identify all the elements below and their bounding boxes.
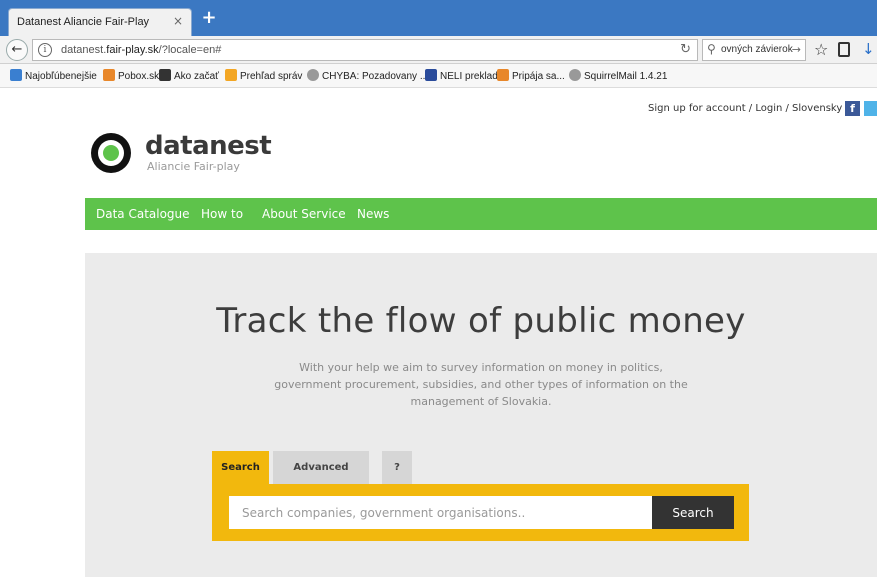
bookmark-label: NELI preklad (440, 71, 498, 82)
address-bar[interactable]: i datanest.fair-play.sk/?locale=en# ↻ (32, 39, 698, 61)
account-links[interactable]: Sign up for account / Login / Slovensky … (648, 103, 849, 114)
bookmarks-folder-icon (10, 69, 22, 81)
search-panel: Search (212, 484, 749, 541)
bookmark-item[interactable]: Pripája sa... (497, 69, 565, 82)
url-suffix: /?locale=en# (158, 44, 222, 56)
logo-subtitle: Aliancie Fair-play (147, 160, 240, 173)
hero-description: With your help we aim to survey informat… (274, 361, 688, 408)
bookmark-item[interactable]: Najobľúbenejšie (10, 69, 97, 82)
bookmarks-toolbar: Najobľúbenejšie Pobox.sk Ako začať Prehľ… (0, 64, 877, 88)
tab-help[interactable]: ? (382, 451, 412, 484)
clipboard-icon[interactable] (838, 42, 850, 57)
twitter-icon[interactable] (864, 101, 877, 116)
tab-search[interactable]: Search (212, 451, 269, 484)
datanest-logo-icon[interactable] (91, 133, 131, 173)
search-button[interactable]: Search (652, 496, 734, 529)
bookmark-item[interactable]: Pobox.sk (103, 69, 159, 82)
bookmark-label: Ako začať (174, 71, 219, 82)
back-arrow-icon[interactable]: ← (6, 39, 28, 61)
bookmark-item[interactable]: CHYBA: Pozadovany ... (307, 69, 428, 82)
bookmark-item[interactable]: Prehľad správ (225, 69, 302, 82)
globe-icon (569, 69, 581, 81)
bookmark-item[interactable]: SquirrelMail 1.4.21 (569, 69, 667, 82)
url-prefix: datanest. (61, 44, 107, 56)
main-navigation: Data Catalogue How to About Service News (85, 198, 877, 230)
neli-icon (425, 69, 437, 81)
arrow-right-icon[interactable]: → (792, 43, 801, 56)
bookmark-item[interactable]: NELI preklad (425, 69, 498, 82)
nav-about-service[interactable]: About Service (262, 207, 346, 221)
close-icon[interactable]: × (173, 14, 183, 28)
rss-icon (225, 69, 237, 81)
url-host: fair-play.sk (106, 44, 159, 56)
bookmark-label: Pripája sa... (512, 71, 565, 82)
browser-search-box[interactable]: ⚲ ovných závierok → (702, 39, 806, 61)
pobox-icon (497, 69, 509, 81)
reload-icon[interactable]: ↻ (680, 42, 691, 57)
mozilla-m-icon (159, 69, 171, 81)
nav-data-catalogue[interactable]: Data Catalogue (96, 207, 190, 221)
tab-advanced-search[interactable]: Advanced search (273, 451, 369, 506)
bookmark-label: Prehľad správ (240, 71, 303, 82)
browser-navigation-bar: ← i datanest.fair-play.sk/?locale=en# ↻ … (0, 36, 877, 64)
globe-icon (307, 69, 319, 81)
download-icon[interactable]: ↓ (862, 40, 875, 58)
nav-how-to[interactable]: How to (201, 207, 243, 221)
bookmark-label: Pobox.sk (118, 71, 160, 82)
tab-title: Datanest Aliancie Fair-Play (17, 16, 150, 28)
url-text[interactable]: datanest.fair-play.sk/?locale=en# (61, 44, 221, 56)
hero-title: Track the flow of public money (216, 301, 746, 341)
browser-tab-bar: Datanest Aliancie Fair-Play × + (0, 0, 877, 36)
search-input[interactable] (229, 496, 652, 529)
pobox-icon (103, 69, 115, 81)
facebook-icon[interactable]: f (845, 101, 860, 116)
star-icon[interactable]: ☆ (814, 40, 828, 59)
hero-section: Track the flow of public money With your… (85, 253, 877, 577)
nav-news[interactable]: News (357, 207, 389, 221)
bookmark-label: CHYBA: Pozadovany ... (322, 71, 429, 82)
browser-tab[interactable]: Datanest Aliancie Fair-Play × (8, 8, 192, 36)
bookmark-item[interactable]: Ako začať (159, 69, 219, 82)
new-tab-button[interactable]: + (200, 9, 218, 27)
search-icon: ⚲ (707, 42, 716, 56)
browser-search-text: ovných závierok (721, 44, 793, 55)
bookmark-label: SquirrelMail 1.4.21 (584, 71, 668, 82)
info-icon[interactable]: i (38, 43, 52, 57)
logo-name[interactable]: datanest (145, 131, 272, 161)
bookmark-label: Najobľúbenejšie (25, 71, 97, 82)
